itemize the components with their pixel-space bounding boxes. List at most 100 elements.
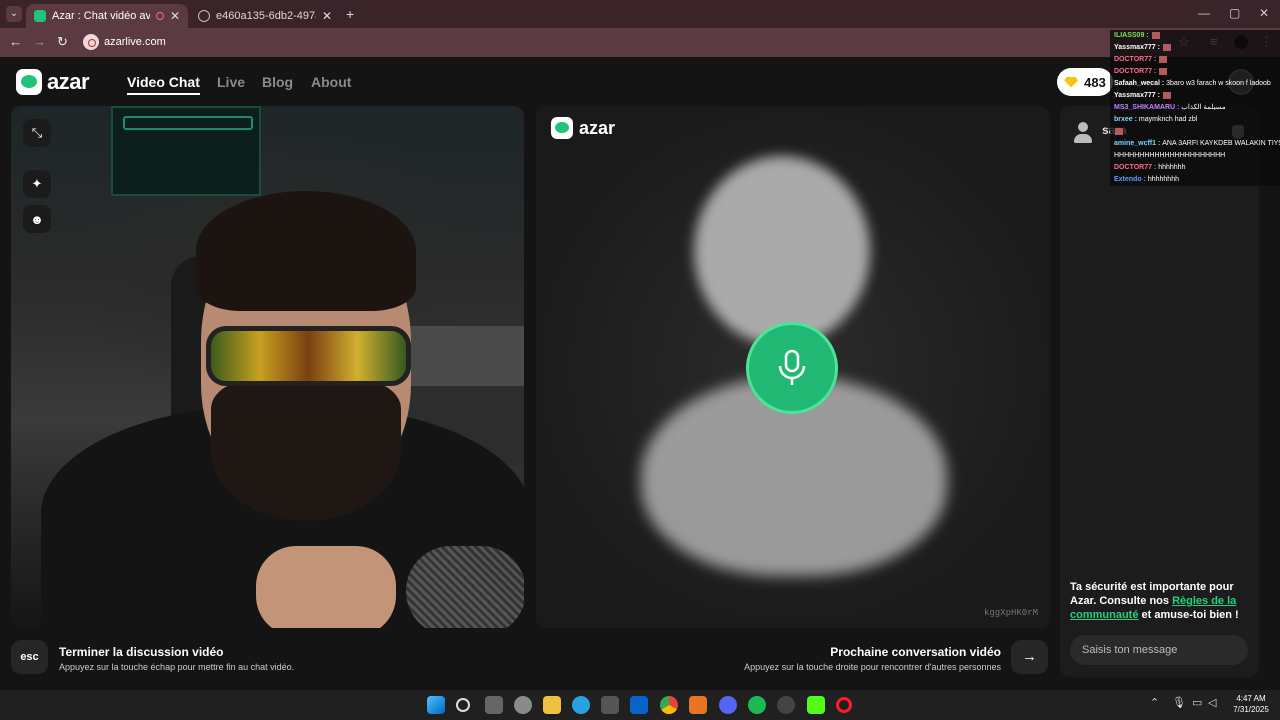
azar-logo[interactable]: azar [16,69,90,95]
search-icon[interactable] [456,698,470,712]
tray-display-icon[interactable]: ▭ [1192,696,1202,709]
emote-icon [1159,67,1168,75]
clock-date: 7/31/2025 [1233,705,1269,714]
clock-time: 4:47 AM [1236,694,1266,703]
forward-icon[interactable]: → [33,34,46,49]
emote-icon [1159,55,1168,63]
nav-about[interactable]: About [311,74,351,90]
chat-username: brxee : [1114,116,1139,123]
stream-chat-overlay: ILIASS09 : Yassmax777 : DOCTOR77 : DOCTO… [1110,30,1280,186]
chat-text: HHHHHHHHHHHHHHHHHHHHHH [1114,152,1226,159]
user-icon-body [1074,134,1092,143]
chat-username: DOCTOR77 : [1114,68,1159,75]
tray-mic-icon[interactable]: 🎙 [1172,696,1186,709]
tab-azar[interactable]: Azar : Chat vidéo avec de n ✕ [26,4,188,28]
chat-username: MS3_SHIKAMARU : [1114,104,1182,111]
chrome-icon[interactable] [660,696,678,714]
opera-icon[interactable] [836,697,852,713]
next-chat-title: Prochaine conversation vidéo [830,645,1001,659]
chat-panel: sara Ta sécurité est importante pour Aza… [1060,106,1259,677]
azar-watermark-logo: azar [551,117,615,139]
obs-icon[interactable] [777,696,795,714]
spotify-icon[interactable] [748,696,766,714]
chat-text: مسيلمة الكذاب [1181,104,1226,111]
safety-notice: Ta sécurité est importante pour Azar. Co… [1070,580,1250,622]
kick-icon[interactable] [807,696,825,714]
favicon-azar [34,10,46,22]
discord-icon[interactable] [719,696,737,714]
new-tab-button[interactable]: + [346,6,354,22]
edge-icon[interactable] [572,696,590,714]
address-bar: ← → ↻ azarlive.com ☆ ≡ ⋮ [0,28,1280,57]
volume-icon[interactable]: ◁ [1208,696,1216,709]
placeholder-head [694,156,870,346]
arrow-right-icon[interactable]: → [1011,640,1048,674]
stream-chat-message: ILIASS09 : [1114,30,1280,42]
maximize-window-button[interactable]: ▢ [1229,6,1240,20]
message-input[interactable]: Saisis ton message [1070,635,1248,665]
nav-live[interactable]: Live [217,74,245,90]
esc-key[interactable]: esc [11,640,48,674]
back-icon[interactable]: ← [9,34,22,49]
tab-search-icon[interactable]: ⌄ [6,6,22,22]
mic-icon [778,349,806,385]
tray-chevron-icon[interactable]: ⌃ [1150,696,1159,709]
session-id: kggXpHK0rM [983,608,1038,618]
task-view-icon[interactable] [485,696,503,714]
stream-chat-message: amine_wcff1 : ANA 3ARFI KAYKDEB WALAKIN … [1114,138,1280,150]
end-chat-title: Terminer la discussion vidéo [59,645,224,659]
sparkle-icon[interactable]: ✦ [23,170,51,198]
close-window-button[interactable]: ✕ [1259,6,1269,20]
tab-other[interactable]: e460a135-6db2-497a-a991-b3 ✕ [190,4,340,28]
file-explorer-icon[interactable] [543,696,561,714]
settings-icon[interactable] [514,696,532,714]
nav-video-chat[interactable]: Video Chat [127,74,200,95]
outlook-icon[interactable] [630,696,648,714]
chat-text: hhhhhhhh [1147,176,1179,183]
stream-chat-message: DOCTOR77 : hhhhhhh [1114,162,1280,174]
site-info-icon[interactable] [83,34,99,50]
stream-chat-message: Safaah_wecal : 3baro w3 farach w skoon f… [1114,78,1280,90]
chat-username: Safaah_wecal : [1114,80,1167,87]
system-clock[interactable]: 4:47 AM 7/31/2025 [1226,693,1276,715]
chat-text: maymknch had zbl [1138,116,1198,123]
emoji-icon[interactable]: ☻ [23,205,51,233]
browser-tab-bar: ⌄ Azar : Chat vidéo avec de n ✕ e460a135… [0,0,1280,28]
gems-counter[interactable]: 483 [1057,68,1113,96]
person-hair [196,191,416,311]
user-icon [1074,122,1092,144]
store-icon[interactable] [601,696,619,714]
azar-logo-icon [16,69,42,95]
stream-chat-message: brxee : maymknch had zbl [1114,114,1280,126]
app-icon[interactable] [689,696,707,714]
emote-icon [1162,91,1171,99]
stream-chat-message: DOCTOR77 : [1114,54,1280,66]
close-tab-icon[interactable]: ✕ [170,9,180,23]
windows-taskbar: ⌃ 🎙 ▭ ◁ 4:47 AM 7/31/2025 [0,690,1280,720]
minimize-screen-icon[interactable]: ⤡ [23,119,51,147]
self-video: ⤡ ✦ ☻ [11,106,524,628]
globe-icon [198,10,210,22]
url-field[interactable]: azarlive.com [104,36,166,48]
azar-logo-icon [551,117,573,139]
chat-text: ANA 3ARFI KAYKDEB WALAKIN TIY9 [1162,140,1280,147]
minimize-window-button[interactable]: — [1198,6,1210,20]
nav-blog[interactable]: Blog [262,74,293,90]
gem-icon [1064,76,1079,88]
person-sunglasses [206,326,411,386]
user-icon-head [1078,122,1088,132]
stream-chat-message: DOCTOR77 : [1114,66,1280,78]
reload-icon[interactable]: ↻ [57,34,68,50]
person-hand [256,546,396,628]
end-chat-subtitle: Appuyez sur la touche échap pour mettre … [59,662,295,672]
neon-sign [123,116,253,130]
chat-username: amine_wcff1 : [1114,140,1163,147]
studio-microphone [406,546,524,628]
next-chat-subtitle: Appuyez sur la touche droite pour rencon… [744,662,1001,672]
windows-start-icon[interactable] [427,696,445,714]
mic-button[interactable] [746,322,838,414]
stream-chat-message: Yassmax777 : [1114,90,1280,102]
emote-icon [1115,127,1123,135]
close-tab-icon[interactable]: ✕ [322,9,332,23]
person-beard [211,381,401,521]
